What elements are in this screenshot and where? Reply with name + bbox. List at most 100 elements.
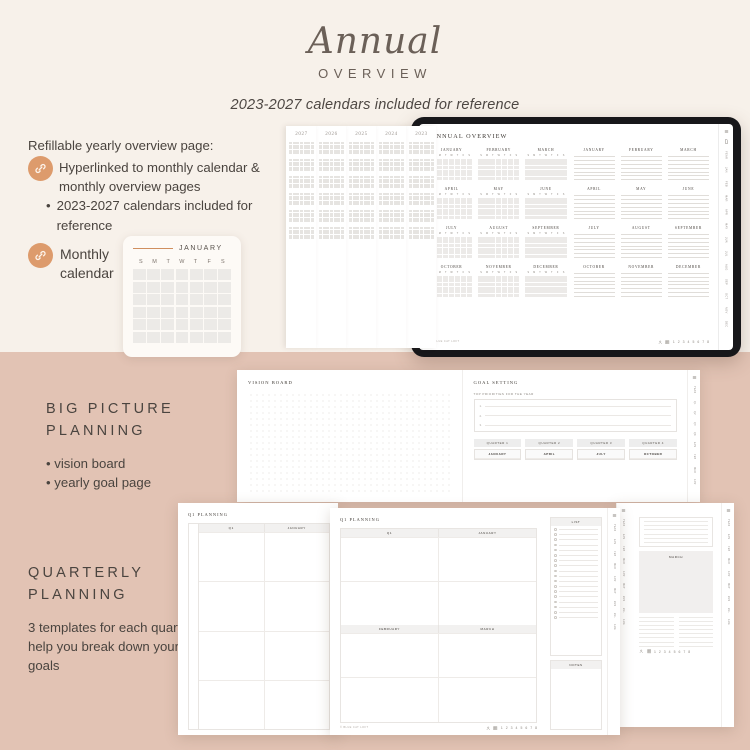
page-number[interactable]: 1 bbox=[673, 340, 675, 344]
page-number[interactable]: 4 bbox=[516, 726, 518, 730]
checklist-row[interactable] bbox=[554, 533, 598, 536]
checklist-row[interactable] bbox=[554, 605, 598, 609]
checkbox-icon[interactable] bbox=[554, 585, 557, 588]
checklist-row[interactable] bbox=[554, 528, 598, 531]
grid-cell[interactable] bbox=[199, 680, 265, 729]
checklist-row[interactable] bbox=[554, 548, 598, 552]
side-tab[interactable]: MAR bbox=[727, 555, 729, 566]
page-icon[interactable] bbox=[724, 139, 729, 144]
grid-cell[interactable] bbox=[341, 634, 439, 678]
grid-cell[interactable] bbox=[439, 538, 536, 581]
page-number[interactable]: 7 bbox=[702, 340, 704, 344]
priority-line[interactable] bbox=[484, 415, 671, 416]
checkbox-icon[interactable] bbox=[554, 605, 557, 609]
side-tab[interactable]: JAN bbox=[613, 536, 615, 546]
big-picture-side-tabs[interactable]: YEAR Q1 Q2 Q3 Q4 JAN FEB MAR APR bbox=[687, 370, 700, 502]
side-tab[interactable]: DEC bbox=[725, 319, 728, 330]
quarter-cell[interactable]: JANUARY bbox=[473, 449, 522, 460]
footer-page-nav[interactable]: 12345678 bbox=[658, 340, 709, 345]
grid-icon[interactable] bbox=[646, 649, 652, 654]
side-tab[interactable]: JUN bbox=[613, 598, 615, 608]
checkbox-icon[interactable] bbox=[554, 600, 557, 604]
side-tab[interactable]: FEB bbox=[613, 548, 615, 558]
side-tab[interactable]: SEP bbox=[725, 276, 728, 287]
side-tab[interactable]: JUN bbox=[727, 593, 729, 603]
quarter-cell[interactable]: OCTOBER bbox=[629, 449, 677, 460]
side-tab[interactable]: YEAR bbox=[727, 517, 729, 529]
quarterly-b-side-tabs[interactable]: YEAR JAN FEB MAR APR MAY JUN JUL AUG bbox=[607, 508, 620, 735]
checklist-row[interactable] bbox=[554, 590, 598, 593]
checklist-row[interactable] bbox=[554, 564, 598, 567]
footer-page-nav[interactable]: 12345678 bbox=[639, 649, 690, 654]
checkbox-icon[interactable] bbox=[554, 564, 557, 567]
page-number[interactable]: 1 bbox=[654, 650, 656, 654]
side-tab[interactable]: MAR bbox=[613, 560, 615, 571]
side-tab[interactable]: YEAR bbox=[693, 384, 695, 396]
side-tab[interactable]: MAR bbox=[693, 464, 695, 475]
page-number[interactable]: 5 bbox=[674, 650, 676, 654]
side-tab[interactable]: APR bbox=[725, 207, 728, 218]
side-tab[interactable]: MAR bbox=[622, 555, 624, 566]
side-tab[interactable]: JUN bbox=[622, 593, 624, 603]
checkbox-icon[interactable] bbox=[554, 528, 557, 531]
side-tab[interactable]: FEB bbox=[727, 543, 729, 553]
page-number[interactable]: 7 bbox=[683, 650, 685, 654]
checkbox-icon[interactable] bbox=[554, 574, 557, 578]
page-number[interactable]: 2 bbox=[659, 650, 661, 654]
checklist-row[interactable] bbox=[554, 579, 598, 583]
page-number[interactable]: 6 bbox=[697, 340, 699, 344]
side-tab[interactable]: AUG bbox=[613, 622, 615, 633]
side-tab[interactable]: YEAR bbox=[622, 517, 624, 529]
side-tab[interactable]: JAN bbox=[727, 531, 729, 541]
side-tab[interactable]: APR bbox=[622, 568, 624, 578]
quarter-cell[interactable]: APRIL bbox=[525, 449, 574, 460]
page-number[interactable]: 5 bbox=[692, 340, 694, 344]
grid-cell[interactable] bbox=[199, 582, 265, 631]
checkbox-icon[interactable] bbox=[554, 595, 557, 599]
priority-line[interactable] bbox=[484, 405, 671, 407]
checkbox-icon[interactable] bbox=[554, 553, 557, 557]
checkbox-icon[interactable] bbox=[554, 569, 557, 573]
side-tab[interactable]: MAY bbox=[622, 581, 624, 592]
menu-icon[interactable] bbox=[612, 513, 617, 518]
checklist-row[interactable] bbox=[554, 611, 598, 614]
menu-icon[interactable] bbox=[726, 508, 731, 513]
side-tab[interactable]: YEAR bbox=[725, 149, 728, 162]
grid-cell[interactable] bbox=[341, 582, 439, 626]
checkbox-icon[interactable] bbox=[554, 559, 557, 562]
page-number[interactable]: 7 bbox=[530, 726, 532, 730]
side-tab[interactable]: AUG bbox=[622, 617, 624, 628]
footer-page-nav[interactable]: 12345678 bbox=[486, 726, 537, 731]
page-number[interactable]: 2 bbox=[678, 340, 680, 344]
side-tab[interactable]: APR bbox=[727, 568, 729, 578]
side-tab[interactable]: Q2 bbox=[693, 409, 695, 417]
side-tab[interactable]: JAN bbox=[622, 531, 624, 541]
page-number[interactable]: 8 bbox=[707, 340, 709, 344]
checkbox-icon[interactable] bbox=[554, 548, 557, 552]
menu-icon[interactable] bbox=[724, 129, 729, 134]
checklist-row[interactable] bbox=[554, 553, 598, 557]
side-tab[interactable]: MAR bbox=[725, 192, 728, 203]
side-tab[interactable]: JUL bbox=[725, 249, 728, 259]
side-tab[interactable]: JUL bbox=[622, 605, 624, 615]
grid-cell[interactable] bbox=[341, 538, 439, 582]
page-number[interactable]: 8 bbox=[535, 726, 537, 730]
grid-cell[interactable] bbox=[265, 632, 330, 680]
checklist-row[interactable] bbox=[554, 569, 598, 573]
checklist-row[interactable] bbox=[554, 543, 598, 547]
grid-cell[interactable] bbox=[439, 582, 536, 625]
side-tab[interactable]: Q1 bbox=[693, 398, 695, 406]
grid-icon[interactable] bbox=[665, 339, 670, 345]
side-tab[interactable]: JUN bbox=[725, 235, 728, 246]
quarterly-c-side-tabs[interactable]: YEAR JAN FEB MAR APR MAY JUN JUL AUG bbox=[721, 503, 734, 727]
page-number[interactable]: 4 bbox=[669, 650, 671, 654]
page-number[interactable]: 6 bbox=[678, 650, 680, 654]
side-tab[interactable]: AUG bbox=[727, 617, 729, 628]
side-tab[interactable]: YEAR bbox=[613, 522, 615, 534]
checkbox-icon[interactable] bbox=[554, 543, 557, 547]
side-tab[interactable]: FEB bbox=[725, 179, 728, 190]
grid-cell[interactable] bbox=[439, 634, 536, 677]
grid-cell[interactable] bbox=[439, 678, 536, 721]
page-number[interactable]: 3 bbox=[683, 340, 685, 344]
menu-icon[interactable] bbox=[692, 375, 697, 380]
